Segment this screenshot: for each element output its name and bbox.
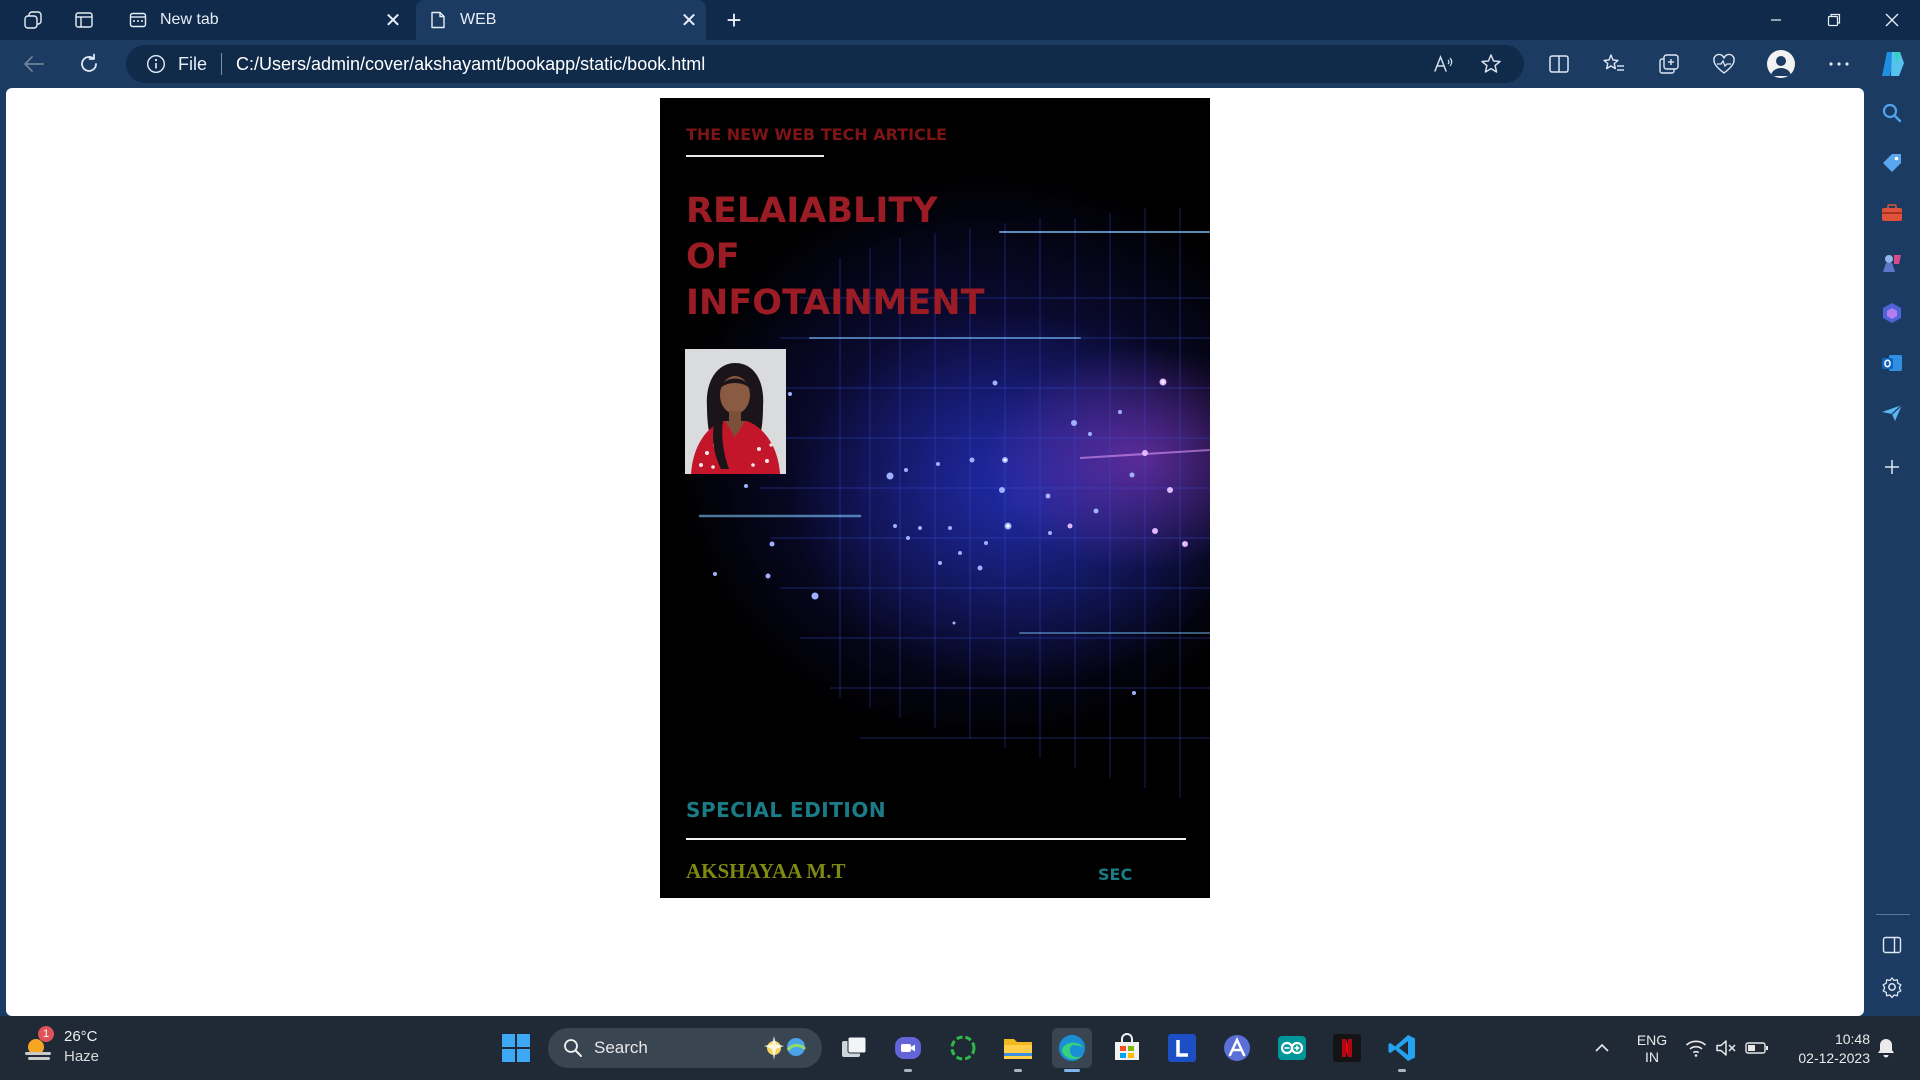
collections-icon[interactable] <box>1652 48 1686 80</box>
tab-web[interactable]: WEB ✕ <box>416 0 706 40</box>
running-indicator <box>1398 1069 1406 1072</box>
kicker-underline <box>686 155 824 157</box>
book-title: RELAIABLITY OF INFOTAINMENT <box>686 188 1006 326</box>
store-icon[interactable] <box>1107 1028 1147 1068</box>
volume-muted-icon[interactable] <box>1714 1036 1738 1060</box>
add-icon[interactable] <box>1877 452 1907 482</box>
article-kicker: THE NEW WEB TECH ARTICLE <box>686 125 947 144</box>
chevron-up-icon[interactable] <box>1590 1036 1614 1060</box>
netflix-icon[interactable] <box>1327 1028 1367 1068</box>
author-name: AKSHAYAA M.T <box>686 859 846 883</box>
notifications-bell-icon[interactable] <box>1874 1036 1898 1060</box>
taskbar-search[interactable]: Search <box>548 1028 822 1068</box>
back-icon[interactable] <box>16 46 52 82</box>
file-explorer-icon[interactable] <box>998 1028 1038 1072</box>
tab-new-tab[interactable]: New tab ✕ <box>116 0 410 40</box>
page-icon <box>428 10 448 30</box>
window-close-icon[interactable] <box>1864 0 1920 40</box>
new-tab-button[interactable]: + <box>718 5 750 35</box>
system-clock[interactable]: 10:48 02-12-2023 <box>1780 1030 1870 1068</box>
region-code: IN <box>1645 1049 1659 1065</box>
arduino-icon[interactable] <box>1272 1028 1312 1068</box>
workspaces-icon[interactable] <box>18 6 48 34</box>
l-app-icon[interactable] <box>1162 1028 1202 1068</box>
arc-app-icon[interactable] <box>1217 1028 1257 1068</box>
navigation-bar: File C:/Users/admin/cover/akshayamt/book… <box>0 40 1920 88</box>
taskbar: 1 26°C Haze Search ENG IN 10:48 02-12-20… <box>0 1016 1920 1080</box>
url-text[interactable]: C:/Users/admin/cover/akshayamt/bookapp/s… <box>236 54 705 75</box>
read-aloud-icon[interactable] <box>1429 51 1459 77</box>
address-divider <box>221 53 223 75</box>
browser-essentials-icon[interactable] <box>1707 48 1741 80</box>
running-indicator <box>1064 1069 1080 1072</box>
page-viewport: THE NEW WEB TECH ARTICLE RELAIABLITY OF … <box>6 88 1864 1016</box>
wifi-icon[interactable] <box>1684 1036 1708 1060</box>
publisher-label: SEC <box>1098 865 1133 884</box>
footer-divider <box>686 838 1186 840</box>
games-icon[interactable] <box>1877 248 1907 278</box>
vscode-icon[interactable] <box>1382 1028 1422 1072</box>
close-icon[interactable]: ✕ <box>378 5 408 35</box>
copilot-icon[interactable] <box>1877 298 1907 328</box>
site-info-icon[interactable] <box>144 52 168 76</box>
search-label: Search <box>594 1038 648 1057</box>
vertical-tabs-icon[interactable] <box>69 6 99 34</box>
search-icon <box>562 1037 584 1059</box>
send-icon[interactable] <box>1877 398 1907 428</box>
title-line: OF <box>686 237 740 277</box>
toolbox-icon[interactable] <box>1877 198 1907 228</box>
favorites-icon[interactable] <box>1597 48 1631 80</box>
language-code: ENG <box>1636 1032 1668 1048</box>
close-icon[interactable]: ✕ <box>674 5 704 35</box>
notification-badge: 1 <box>38 1026 54 1042</box>
profile-avatar[interactable] <box>1767 50 1795 78</box>
task-view-icon[interactable] <box>834 1028 874 1068</box>
refresh-app-icon[interactable] <box>943 1028 983 1068</box>
title-bar: New tab ✕ WEB ✕ + <box>0 0 1920 40</box>
split-panel-icon[interactable] <box>1877 930 1907 960</box>
sidebar-divider <box>1876 914 1910 915</box>
edition-label: SPECIAL EDITION <box>686 798 887 822</box>
restore-icon[interactable] <box>1806 0 1862 40</box>
search-highlight-icon <box>764 1036 807 1060</box>
edge-icon[interactable] <box>1052 1028 1092 1072</box>
outlook-icon[interactable] <box>1877 348 1907 378</box>
copilot-icon[interactable] <box>1876 48 1910 80</box>
book-cover: THE NEW WEB TECH ARTICLE RELAIABLITY OF … <box>660 98 1210 898</box>
clock-time: 10:48 <box>1834 1031 1870 1047</box>
scheme-label: File <box>178 53 208 74</box>
start-icon[interactable] <box>496 1028 536 1068</box>
minimize-icon[interactable] <box>1748 0 1804 40</box>
edge-sidebar <box>1864 88 1920 1016</box>
favorite-star-icon[interactable] <box>1476 51 1506 77</box>
settings-icon[interactable] <box>1877 972 1907 1002</box>
tab-title: New tab <box>160 11 219 28</box>
refresh-icon[interactable] <box>71 46 107 82</box>
language-indicator[interactable]: ENG IN <box>1632 1032 1672 1066</box>
weather-condition: Haze <box>64 1048 100 1065</box>
split-screen-icon[interactable] <box>1542 48 1576 80</box>
title-line: RELAIABLITY <box>686 191 938 231</box>
battery-icon[interactable] <box>1745 1036 1769 1060</box>
meet-icon[interactable] <box>888 1028 928 1072</box>
new-tab-page-icon <box>128 10 148 30</box>
weather-widget[interactable]: 1 26°C Haze <box>20 1026 130 1070</box>
running-indicator <box>904 1069 912 1072</box>
clock-date: 02-12-2023 <box>1798 1050 1870 1066</box>
address-bar[interactable]: File C:/Users/admin/cover/akshayamt/book… <box>126 45 1524 83</box>
tag-icon[interactable] <box>1877 148 1907 178</box>
author-photo <box>685 349 786 474</box>
title-line: INFOTAINMENT <box>686 283 985 323</box>
search-icon[interactable] <box>1877 98 1907 128</box>
more-options-icon[interactable] <box>1822 48 1856 80</box>
weather-temperature: 26°C <box>64 1028 98 1045</box>
running-indicator <box>1014 1069 1022 1072</box>
tab-title: WEB <box>460 11 497 28</box>
